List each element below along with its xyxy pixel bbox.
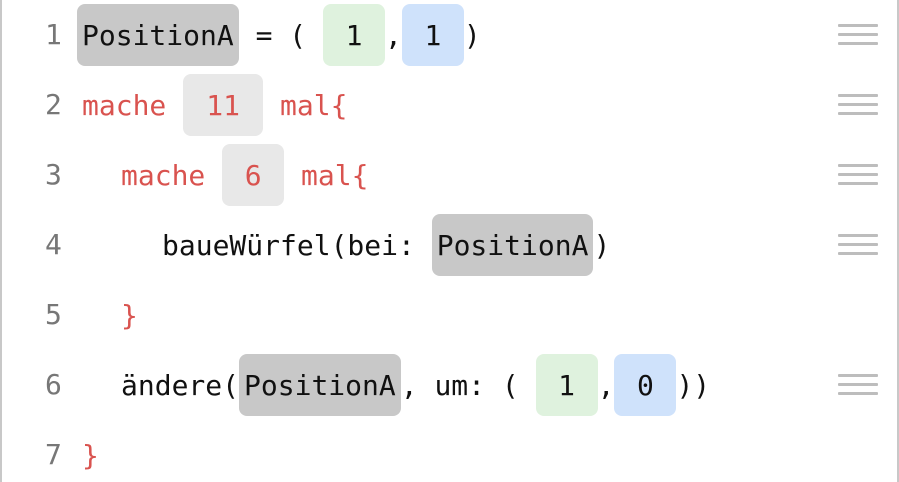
function-name: baueWürfel(bei: — [162, 228, 432, 262]
block-end: } — [121, 283, 138, 347]
function-call-statement[interactable]: baueWürfel(bei: PositionA ) — [162, 213, 610, 277]
variable-block[interactable]: PositionA — [431, 214, 594, 276]
code-line-5: 5 } — [2, 283, 897, 347]
argument-label: , um: ( — [400, 368, 536, 402]
function-call-statement[interactable]: ändere( PositionA , um: ( 1 , 0 )) — [121, 353, 710, 417]
code-editor-panel: 1 PositionA = ( 1 , 1 ) 2 mache 11 mal{ … — [0, 0, 899, 482]
line-number: 5 — [45, 298, 62, 331]
closing-brace: } — [121, 298, 138, 332]
assign-operator: = ( — [238, 18, 324, 52]
function-name: ändere( — [121, 368, 240, 402]
close-paren: ) — [463, 18, 481, 52]
variable-block[interactable]: PositionA — [77, 4, 239, 66]
keyword-mal: mal{ — [284, 158, 369, 192]
code-line-2: 2 mache 11 mal{ — [2, 73, 897, 137]
drag-handle-icon[interactable] — [838, 24, 878, 46]
code-line-7: 7 } — [2, 423, 897, 482]
keyword-mal: mal{ — [263, 88, 348, 122]
y-value-field[interactable]: 1 — [401, 4, 464, 66]
drag-handle-icon[interactable] — [838, 234, 878, 256]
variable-block[interactable]: PositionA — [239, 354, 401, 416]
code-line-1: 1 PositionA = ( 1 , 1 ) — [2, 3, 897, 67]
keyword-mache: mache — [82, 88, 184, 122]
line-number: 4 — [45, 228, 62, 261]
code-line-6: 6 ändere( PositionA , um: ( 1 , 0 )) — [2, 353, 897, 417]
code-line-4: 4 baueWürfel(bei: PositionA ) — [2, 213, 897, 277]
drag-handle-icon[interactable] — [838, 164, 878, 186]
close-paren: ) — [593, 228, 611, 262]
keyword-mache: mache — [121, 158, 223, 192]
closing-brace: } — [82, 438, 99, 472]
comma: , — [597, 368, 615, 402]
code-line-3: 3 mache 6 mal{ — [2, 143, 897, 207]
y-value-field[interactable]: 0 — [614, 354, 677, 416]
block-end: } — [82, 423, 99, 482]
line-number: 6 — [45, 368, 62, 401]
assignment-statement[interactable]: PositionA = ( 1 , 1 ) — [77, 3, 481, 67]
repeat-statement[interactable]: mache 6 mal{ — [121, 143, 368, 207]
x-value-field[interactable]: 1 — [323, 4, 386, 66]
comma: , — [385, 18, 402, 52]
line-number: 7 — [45, 438, 62, 471]
drag-handle-icon[interactable] — [838, 94, 878, 116]
line-number: 1 — [45, 18, 62, 51]
x-value-field[interactable]: 1 — [535, 354, 598, 416]
line-number: 3 — [45, 158, 62, 191]
close-paren: )) — [676, 368, 711, 402]
repeat-count-field[interactable]: 11 — [183, 74, 264, 136]
line-number: 2 — [45, 88, 62, 121]
repeat-statement[interactable]: mache 11 mal{ — [82, 73, 347, 137]
repeat-count-field[interactable]: 6 — [222, 144, 285, 206]
drag-handle-icon[interactable] — [838, 374, 878, 396]
